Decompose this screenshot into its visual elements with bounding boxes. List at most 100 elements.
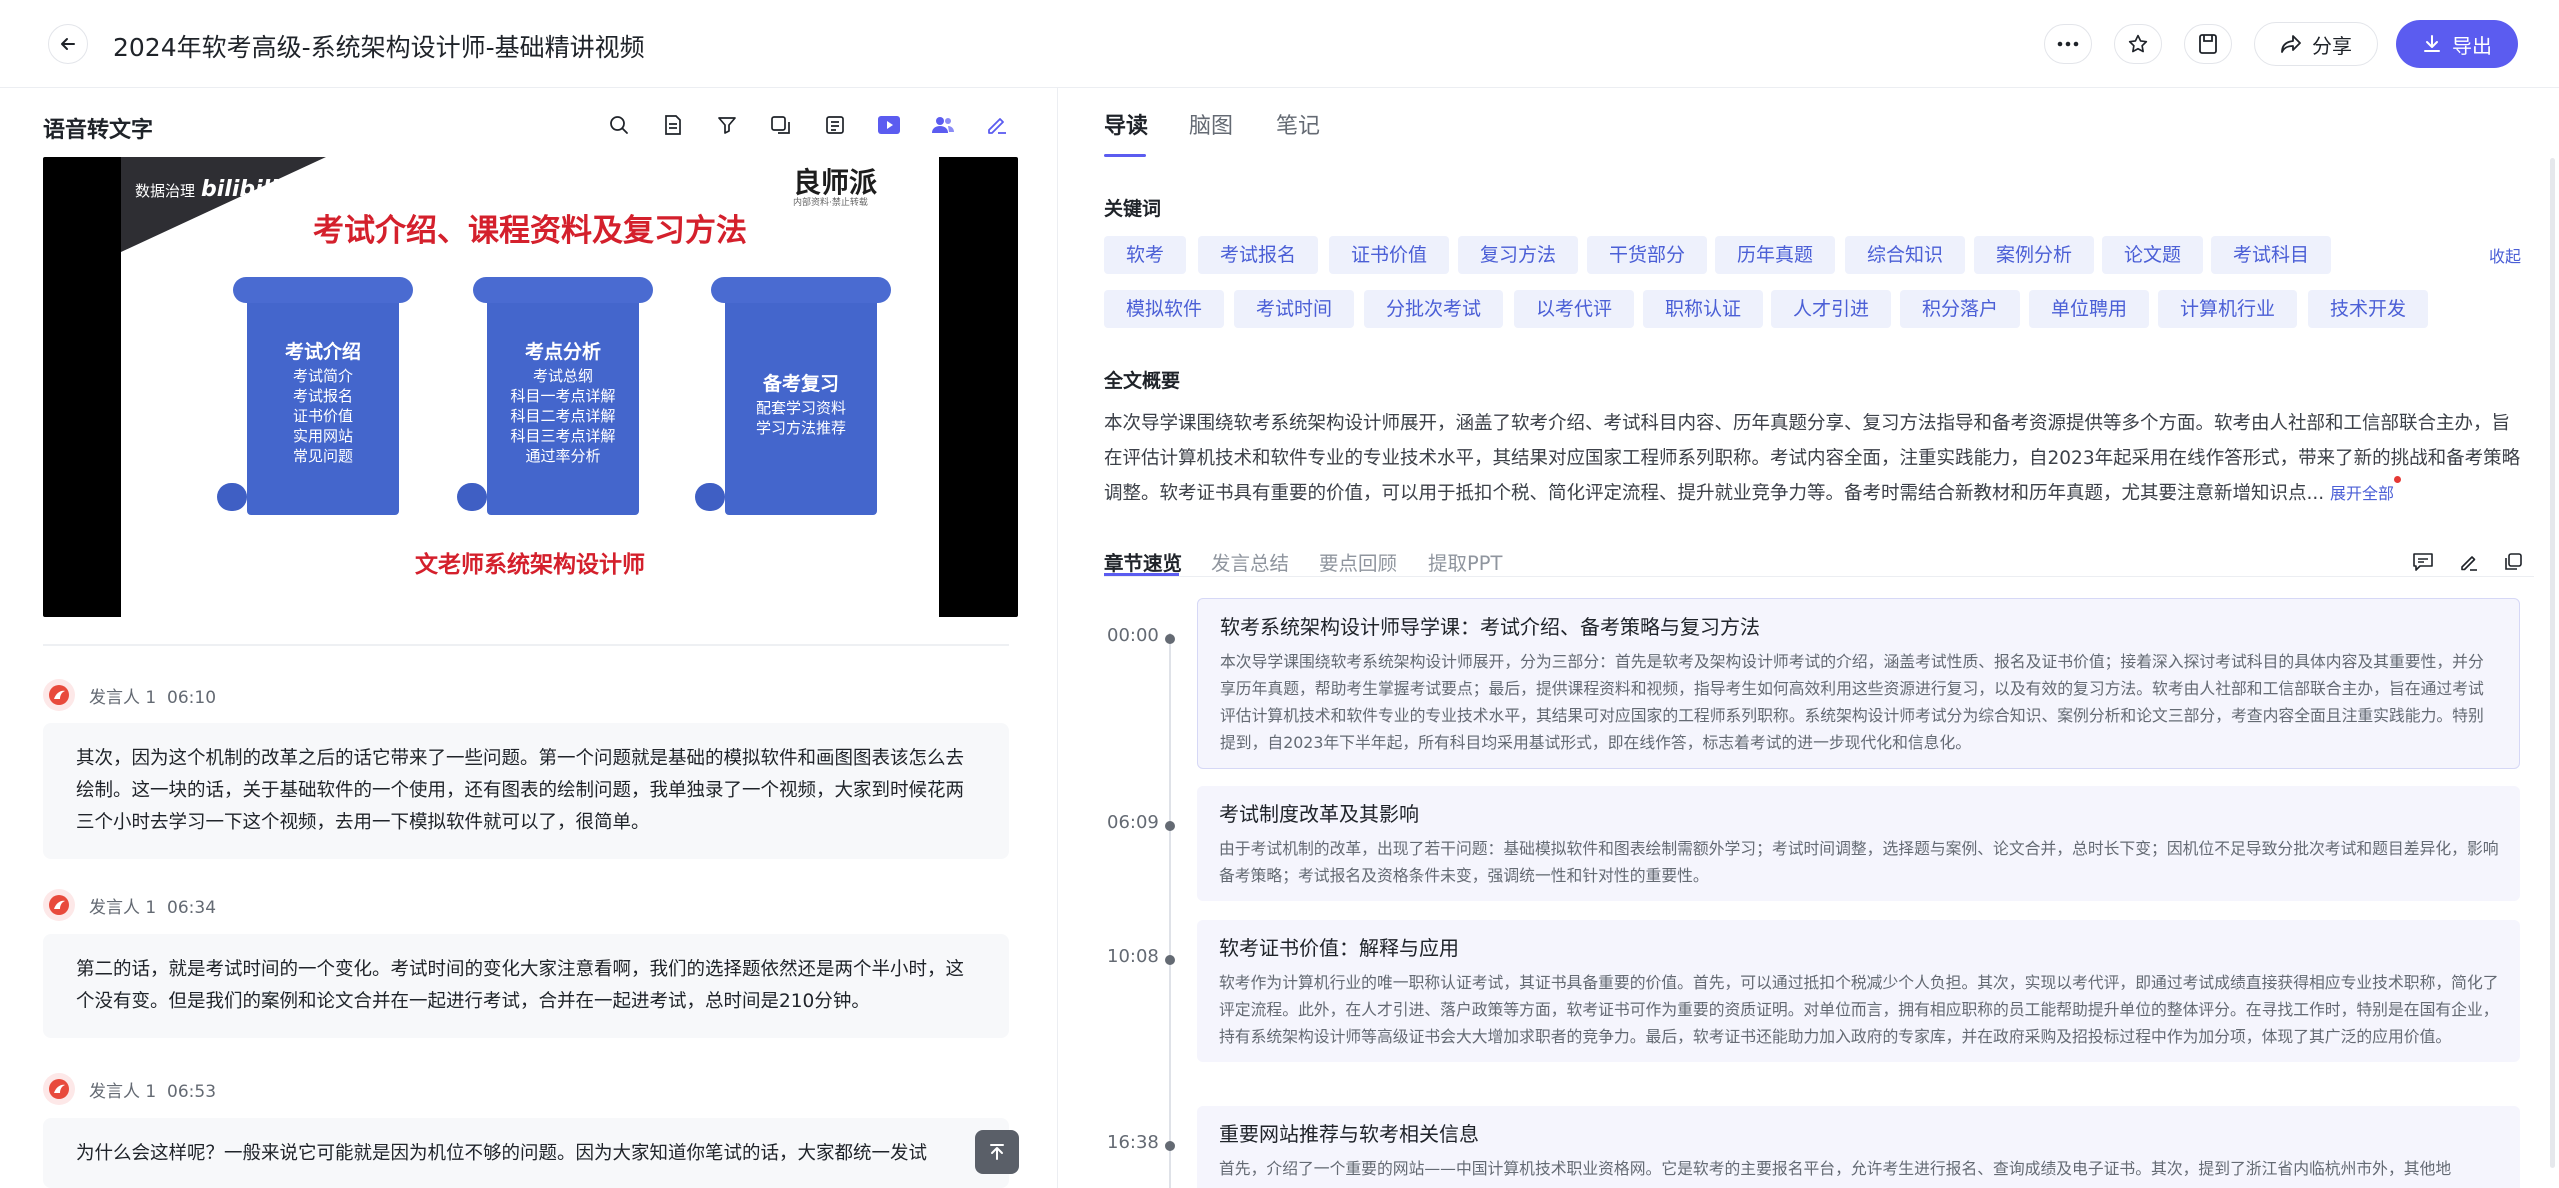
- arrow-up-icon: [990, 1144, 1004, 1160]
- translate-tool[interactable]: [764, 108, 798, 142]
- keyword-tag[interactable]: 软考: [1104, 236, 1187, 274]
- chapter-title: 软考证书价值：解释与应用: [1219, 936, 1459, 960]
- keyword-tag[interactable]: 复习方法: [1458, 236, 1579, 274]
- speaker-avatar-icon: [49, 895, 69, 915]
- chapter-body: 本次导学课围绕软考系统架构设计师展开，分为三部分：首先是软考及架构设计师考试的介…: [1220, 652, 2484, 752]
- timeline-dot: [1165, 634, 1175, 644]
- star-icon: [2128, 34, 2148, 53]
- video-play-icon: [878, 116, 900, 134]
- slide-scroll-1: 考试介绍 考试简介 考试报名 证书价值 实用网站 常见问题: [217, 277, 413, 517]
- keyword-tag[interactable]: 以考代评: [1514, 290, 1635, 328]
- top-header: 2024年软考高级-系统架构设计师-基础精讲视频 分享 导出: [0, 0, 2559, 88]
- chapter-title: 重要网站推荐与软考相关信息: [1219, 1122, 1479, 1146]
- vertical-scrollbar[interactable]: [2550, 158, 2555, 1168]
- save-button[interactable]: [2184, 24, 2232, 64]
- chapter-time[interactable]: 06:09: [1107, 812, 1159, 833]
- keyword-tag[interactable]: 计算机行业: [2158, 290, 2298, 328]
- document-title: 2024年软考高级-系统架构设计师-基础精讲视频: [113, 33, 645, 62]
- keyword-tag[interactable]: 职称认证: [1643, 290, 1764, 328]
- download-icon: [2424, 35, 2440, 52]
- video-progress-track[interactable]: [43, 644, 1009, 646]
- video-player[interactable]: 数据治理 bilibili 良师派 内部资料·禁止转载 考试介绍、课程资料及复习方…: [43, 157, 1018, 617]
- comment-tool[interactable]: [2409, 548, 2437, 576]
- edit-tool[interactable]: [980, 108, 1014, 142]
- subtab-chapters[interactable]: 章节速览: [1104, 547, 1182, 576]
- chapter-title: 考试制度改革及其影响: [1219, 802, 1419, 826]
- search-tool[interactable]: [602, 108, 636, 142]
- document-icon: [665, 115, 681, 135]
- share-label: 分享: [2312, 33, 2352, 58]
- timeline-dot: [1165, 955, 1175, 965]
- chapter-title: 软考系统架构设计师导学课：考试介绍、备考策略与复习方法: [1220, 615, 1760, 639]
- export-button[interactable]: 导出: [2396, 20, 2518, 68]
- share-button[interactable]: 分享: [2254, 22, 2378, 66]
- keyword-tag[interactable]: 人才引进: [1771, 290, 1892, 328]
- slide-heading: 考试介绍、课程资料及复习方法: [313, 213, 747, 249]
- timeline-dot: [1165, 821, 1175, 831]
- keyword-tag[interactable]: 考试科目: [2211, 236, 2332, 274]
- edit-chapters-tool[interactable]: [2455, 548, 2483, 576]
- keyword-tag[interactable]: 干货部分: [1587, 236, 1708, 274]
- avatar: [43, 1073, 75, 1105]
- keyword-tag[interactable]: 案例分析: [1974, 236, 2095, 274]
- favorite-button[interactable]: [2114, 24, 2162, 64]
- transcript-paragraph[interactable]: 其次，因为这个机制的改革之后的话它带来了一些问题。第一个问题就是基础的模拟软件和…: [43, 723, 1009, 859]
- full-summary: 本次导学课围绕软考系统架构设计师展开，涵盖了软考介绍、考试科目内容、历年真题分享…: [1104, 406, 2524, 511]
- chapter-body: 首先，介绍了一个重要的网站——中国计算机技术职业资格网。它是软考的主要报名平台，…: [1219, 1159, 2452, 1178]
- scroll-to-top-button[interactable]: [975, 1130, 1019, 1174]
- speaker-avatar-icon: [49, 685, 69, 705]
- chapter-time[interactable]: 00:00: [1107, 625, 1159, 646]
- transcript-paragraph[interactable]: 第二的话，就是考试时间的一个变化。考试时间的变化大家注意看啊，我们的选择题依然还…: [43, 934, 1009, 1038]
- transcript-paragraph[interactable]: 为什么会这样呢？一般来说它可能就是因为机位不够的问题。因为大家知道你笔试的话，大…: [43, 1118, 1009, 1188]
- speakers-tool[interactable]: [926, 108, 960, 142]
- active-tab-indicator: [1104, 154, 1146, 157]
- speaker-label: 发言人 1 06:53: [89, 1081, 217, 1102]
- more-button[interactable]: [2044, 24, 2092, 64]
- keyword-tag[interactable]: 积分落户: [1900, 290, 2021, 328]
- chapter-card[interactable]: 软考证书价值：解释与应用 软考作为计算机行业的唯一职称认证考试，其证书具备重要的…: [1197, 920, 2520, 1062]
- back-button[interactable]: [48, 24, 88, 64]
- chapter-card[interactable]: 软考系统架构设计师导学课：考试介绍、备考策略与复习方法 本次导学课围绕软考系统架…: [1197, 598, 2520, 769]
- subtab-extract-ppt[interactable]: 提取PPT: [1428, 547, 1502, 576]
- timeline-line: [1169, 633, 1171, 1188]
- keyword-tag[interactable]: 综合知识: [1845, 236, 1966, 274]
- copy-icon: [2505, 553, 2522, 570]
- keywords-title: 关键词: [1104, 198, 1162, 220]
- layout-tool[interactable]: [818, 108, 852, 142]
- keyword-tag[interactable]: 单位聘用: [2029, 290, 2150, 328]
- tab-mindmap[interactable]: 脑图: [1189, 108, 1233, 140]
- keyword-tag[interactable]: 分批次考试: [1364, 290, 1504, 328]
- expand-all-link[interactable]: 展开全部: [2330, 484, 2394, 503]
- panel-title: 语音转文字: [43, 118, 154, 143]
- pencil-icon: [2461, 556, 2477, 571]
- keyword-tag[interactable]: 考试时间: [1234, 290, 1355, 328]
- active-subtab-indicator: [1104, 573, 1179, 576]
- tab-notes[interactable]: 笔记: [1276, 108, 1320, 140]
- chapter-card[interactable]: 考试制度改革及其影响 由于考试机制的改革，出现了若干问题：基础模拟软件和图表绘制…: [1197, 786, 2520, 901]
- keyword-tag[interactable]: 论文题: [2102, 236, 2204, 274]
- share-icon: [2281, 35, 2301, 53]
- subtab-speaker-summary[interactable]: 发言总结: [1211, 547, 1289, 576]
- users-icon: [932, 117, 954, 133]
- timeline-dot: [1165, 1141, 1175, 1151]
- slide-footer: 文老师系统架构设计师: [415, 552, 645, 578]
- summary-panel: 导读 脑图 笔记 关键词 软考 考试报名 证书价值 复习方法 干货部分 历年真题…: [1059, 88, 2559, 1188]
- keyword-tag[interactable]: 历年真题: [1715, 236, 1836, 274]
- speaker-row: 发言人 1 06:10: [43, 679, 216, 711]
- tab-guide[interactable]: 导读: [1104, 108, 1148, 140]
- keyword-tag[interactable]: 模拟软件: [1104, 290, 1225, 328]
- copy-tool[interactable]: [2499, 548, 2527, 576]
- video-tool[interactable]: [872, 108, 906, 142]
- chapter-time[interactable]: 16:38: [1107, 1132, 1159, 1153]
- keyword-tag[interactable]: 技术开发: [2308, 290, 2429, 328]
- collapse-keywords-link[interactable]: 收起: [2489, 243, 2521, 267]
- keyword-tag[interactable]: 证书价值: [1329, 236, 1450, 274]
- slide-watermark: 数据治理 bilibili: [135, 177, 278, 202]
- subtab-key-points[interactable]: 要点回顾: [1319, 547, 1397, 576]
- filter-tool[interactable]: [710, 108, 744, 142]
- chapter-time[interactable]: 10:08: [1107, 946, 1159, 967]
- chapter-card[interactable]: 重要网站推荐与软考相关信息 首先，介绍了一个重要的网站——中国计算机技术职业资格…: [1197, 1106, 2520, 1188]
- keyword-tag[interactable]: 考试报名: [1198, 236, 1319, 274]
- pen-icon: [988, 118, 1006, 134]
- document-tool[interactable]: [656, 108, 690, 142]
